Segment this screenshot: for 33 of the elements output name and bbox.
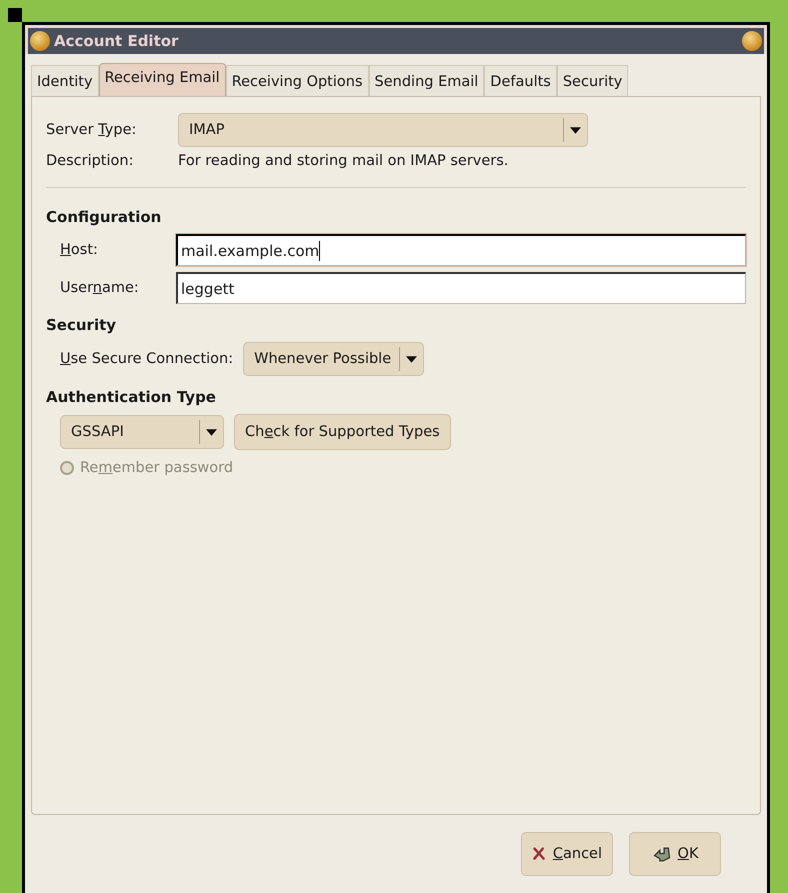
input-field[interactable]: mail.example.com xyxy=(176,234,746,266)
dropdown-arrow-icon xyxy=(570,126,581,134)
tab[interactable]: Defaults xyxy=(484,65,557,96)
tab[interactable]: Sending Email xyxy=(368,65,484,96)
section-heading: Authentication Type xyxy=(46,388,217,406)
section-heading: Configuration xyxy=(46,208,162,226)
tab[interactable]: Receiving Options xyxy=(226,65,369,96)
dropdown-arrow-icon xyxy=(206,428,217,436)
corner-mark xyxy=(8,8,22,22)
window-menu-icon[interactable] xyxy=(30,31,50,51)
tab[interactable]: Receiving Email xyxy=(98,63,226,96)
ok-button[interactable]: OK xyxy=(629,832,721,876)
description-text: For reading and storing mail on IMAP servers. xyxy=(178,153,508,169)
window-title: Account Editor xyxy=(53,32,180,50)
tab[interactable]: Security xyxy=(556,65,628,96)
close-icon[interactable] xyxy=(742,31,762,51)
hand-icon xyxy=(652,845,672,863)
secure-connection-label: Use Secure Connection: xyxy=(60,351,234,367)
secure-connection-dropdown[interactable]: Whenever Possible xyxy=(243,342,424,376)
field-label: Host: xyxy=(60,242,99,258)
description-label: Description: xyxy=(46,153,134,169)
section-heading: Security xyxy=(46,316,118,334)
dropdown-arrow-icon xyxy=(406,356,418,362)
authentication-dropdown[interactable]: GSSAPI xyxy=(60,415,224,449)
x-mark-icon xyxy=(532,845,547,863)
remember-password-label: Remember password xyxy=(80,460,234,476)
server-type-label: Server Type: xyxy=(46,122,138,138)
input-field[interactable]: leggett xyxy=(176,272,746,304)
field-label: Username: xyxy=(60,280,140,296)
tab[interactable]: Identity xyxy=(31,65,99,96)
cancel-button[interactable]: Cancel xyxy=(521,832,613,876)
check-types-button[interactable]: Check for Supported Types xyxy=(234,414,451,450)
server-type-dropdown[interactable]: IMAP xyxy=(178,113,588,147)
